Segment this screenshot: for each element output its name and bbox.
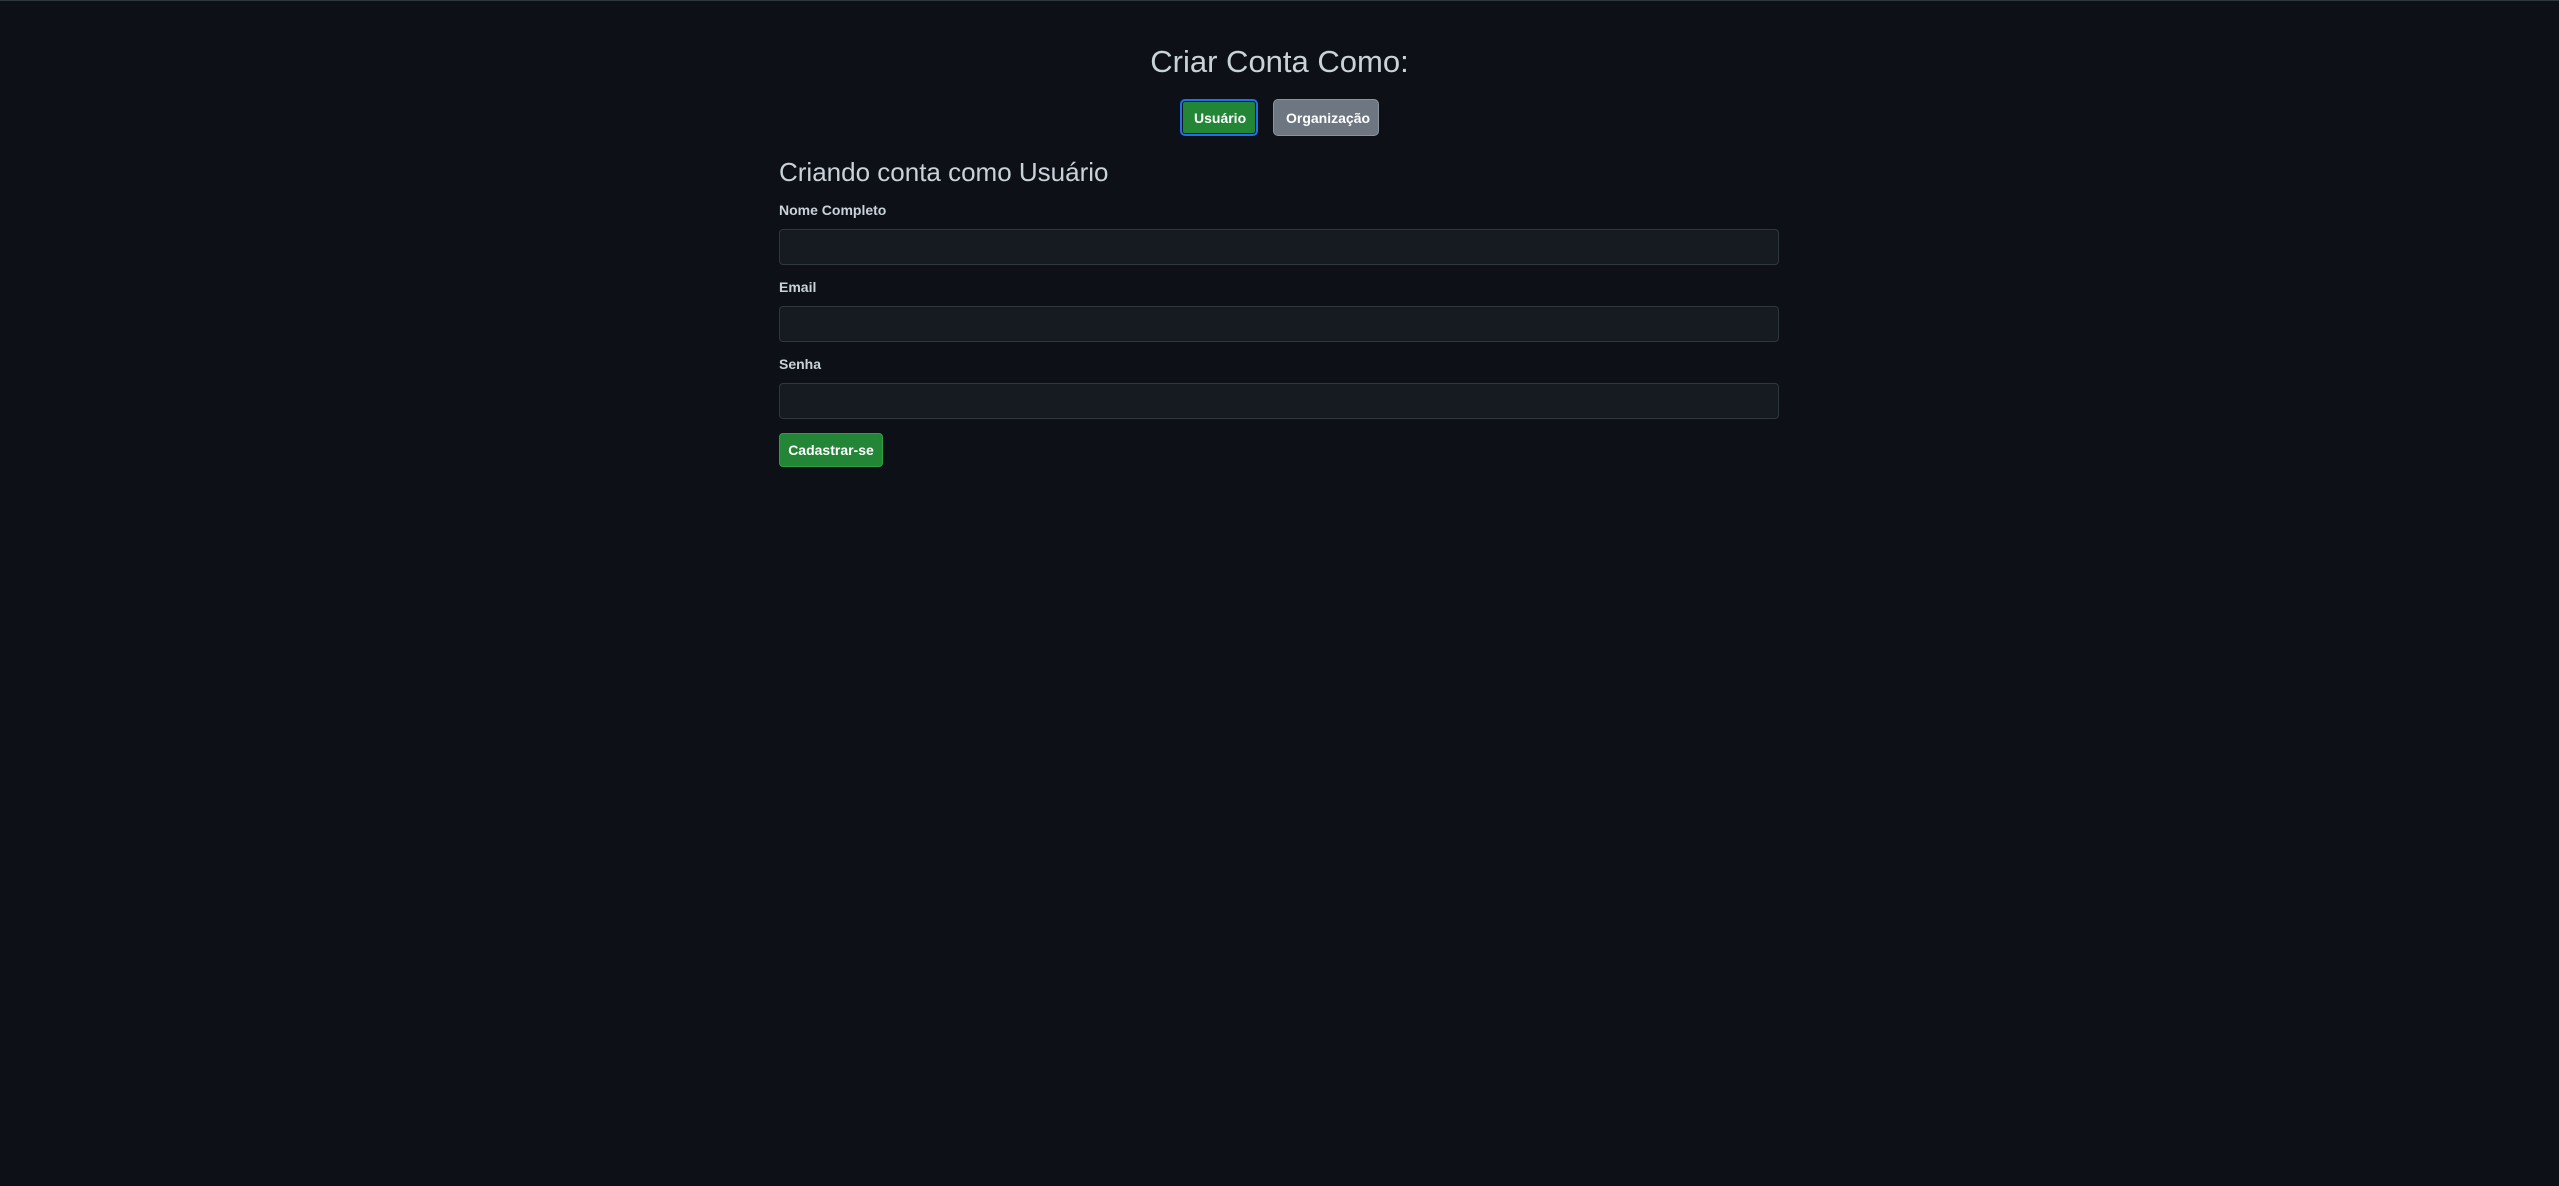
signup-button[interactable]: Cadastrar-se <box>779 433 883 467</box>
organization-type-button[interactable]: Organização <box>1273 99 1379 136</box>
full-name-input[interactable] <box>779 229 1779 265</box>
password-input[interactable] <box>779 383 1779 419</box>
signup-form: Criando conta como Usuário Nome Completo… <box>779 152 1779 467</box>
email-label: Email <box>779 279 817 295</box>
page-title: Criar Conta Como: <box>1150 44 1409 79</box>
top-divider <box>0 0 2559 1</box>
account-type-toggle: Usuário Organização <box>0 99 2559 136</box>
password-label: Senha <box>779 356 822 372</box>
full-name-label: Nome Completo <box>779 202 887 218</box>
user-type-button[interactable]: Usuário <box>1180 99 1258 136</box>
form-title: Criando conta como Usuário <box>779 157 1109 187</box>
email-input[interactable] <box>779 306 1779 342</box>
